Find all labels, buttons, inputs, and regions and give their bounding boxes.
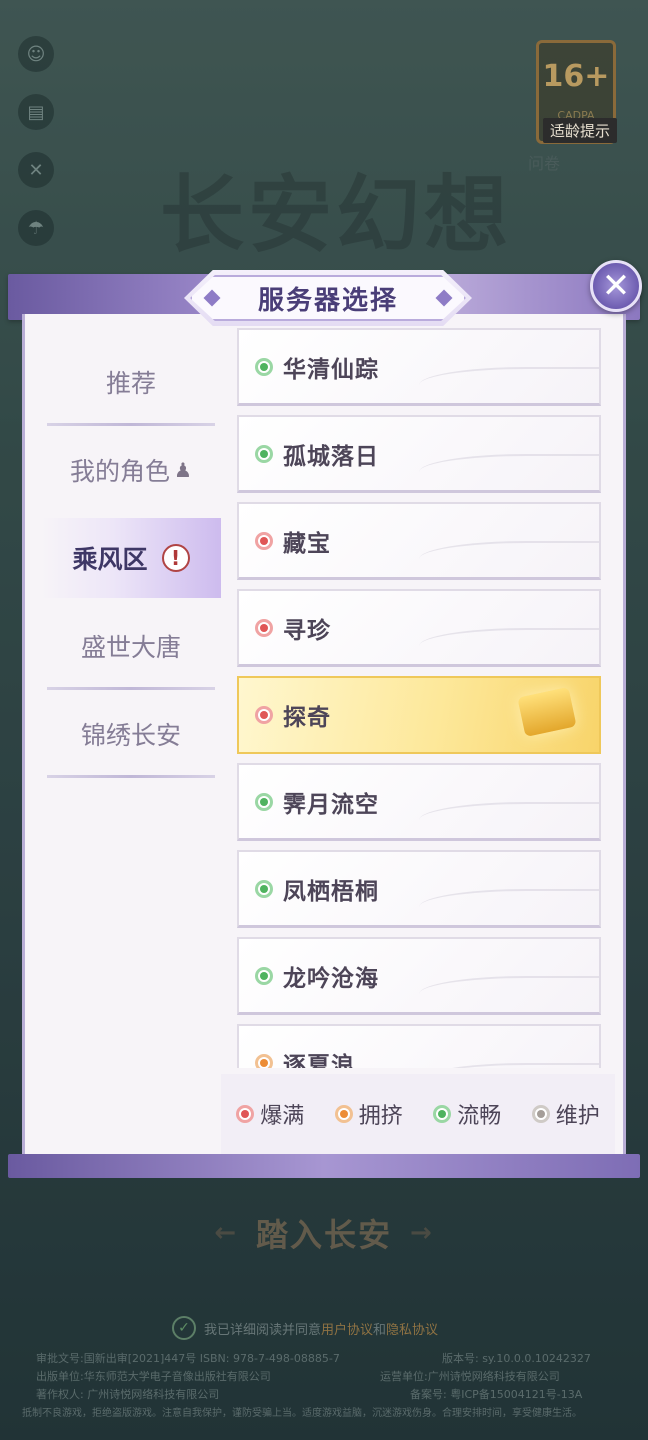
server-name: 凤栖梧桐 [283,878,379,905]
server-name: 霁月流空 [283,791,379,818]
agreement-and: 和 [373,1322,387,1338]
sidebar-item-label: 锦绣长安 [80,721,181,750]
status-smooth-icon [255,879,273,898]
footer-icp: 备案号: 粤ICP备15004121号-13A [410,1388,583,1401]
status-crowded-icon [255,1053,273,1068]
umbrella-icon[interactable]: ☂ [18,210,54,246]
server-item[interactable]: 霁月流空 [237,763,601,841]
wave-decoration [419,541,599,571]
modal-title: 服务器选择 [257,285,398,316]
privacy-agreement-link[interactable]: 隐私协议 [386,1319,438,1338]
legend-maintenance: 维护 [531,1098,600,1130]
status-crowded-icon [334,1105,353,1123]
legend-label: 流畅 [457,1104,502,1129]
status-smooth-icon [255,357,273,376]
wave-decoration [419,454,599,484]
status-smooth-icon [255,792,273,811]
sidebar-item-label: 我的角色 [70,457,171,486]
footer-notice: 抵制不良游戏，拒绝盗版游戏。注意自我保护，谨防受骗上当。适度游戏益脑，沉迷游戏伤… [22,1408,582,1419]
alert-icon: ! [161,544,190,572]
close-button[interactable]: ✕ [590,260,642,312]
sidebar-item-jinxiu-changan[interactable]: 锦绣长安 [41,690,221,778]
arrow-right-icon: → [410,1218,434,1248]
status-smooth-icon [433,1105,452,1123]
treasure-chest-icon [517,687,577,737]
user-agreement-link[interactable]: 用户协议 [321,1319,373,1338]
agreement-prefix: 我已详细阅读并同意 [204,1322,322,1338]
footer-version: 版本号: sy.10.0.0.10242327 [442,1352,591,1365]
server-name: 孤城落日 [283,443,379,470]
status-smooth-icon [255,444,273,463]
sidebar-item-chengfeng[interactable]: 乘风区 ! [41,518,221,598]
survey-label[interactable]: 问卷 [528,150,560,174]
status-full-icon [255,531,273,550]
server-name: 华清仙踪 [283,356,379,383]
wave-decoration [419,889,599,919]
legend-crowded: 拥挤 [334,1098,403,1130]
enter-game-label: 踏入长安 [255,1216,392,1254]
arrow-left-icon: ← [214,1218,238,1248]
server-list[interactable]: 华清仙踪 孤城落日 藏宝 寻珍 探奇 霁月流空 凤栖梧桐 龙吟沧海 逐夏浪 [221,328,615,1068]
legend-smooth: 流畅 [433,1098,501,1130]
background-side-icons: ☺ ▤ ✕ ☂ [18,36,54,246]
character-icon[interactable]: ☺ [18,36,54,72]
status-full-icon [255,706,273,724]
age-rating-badge[interactable]: 16+ CADPA 适龄提示 [536,40,617,144]
sidebar-item-shengshi-datang[interactable]: 盛世大唐 [41,602,221,690]
server-item[interactable]: 寻珍 [237,589,601,667]
server-item[interactable]: 孤城落日 [237,415,601,493]
server-category-sidebar: 推荐 我的角色 ♟ 乘风区 ! 盛世大唐 锦绣长安 [41,338,221,778]
sidebar-item-my-roles[interactable]: 我的角色 ♟ [41,426,221,514]
sidebar-item-label: 盛世大唐 [80,633,181,662]
status-smooth-icon [255,966,273,985]
sidebar-item-label: 乘风区 [72,545,148,574]
legend-label: 拥挤 [358,1104,403,1129]
server-name: 逐夏浪 [283,1052,355,1069]
book-icon[interactable]: ▤ [18,94,54,130]
legend-label: 爆满 [260,1104,305,1129]
enter-game-button[interactable]: ← 踏入长安 → [196,1206,452,1260]
status-maintenance-icon [531,1105,550,1123]
status-full-icon [236,1105,255,1123]
agreement-row: ✓ 我已详细阅读并同意 用户协议 和 隐私协议 [172,1316,438,1340]
footer-approval: 审批文号:国新出审[2021]447号 ISBN: 978-7-498-0888… [36,1352,340,1365]
server-item[interactable]: 逐夏浪 [237,1024,601,1068]
legend-label: 维护 [555,1104,600,1129]
tools-icon[interactable]: ✕ [18,152,54,188]
server-item[interactable]: 华清仙踪 [237,328,601,406]
agreement-checkbox[interactable]: ✓ [172,1316,196,1340]
server-name: 探奇 [283,705,331,731]
wave-decoration [419,367,599,397]
server-name: 寻珍 [283,617,331,644]
modal-body: 推荐 我的角色 ♟ 乘风区 ! 盛世大唐 锦绣长安 华清仙踪 孤城落日 藏宝 寻… [22,314,626,1158]
server-name: 藏宝 [283,530,331,557]
role-avatar-icon: ♟ [174,458,192,482]
footer-operator: 运营单位:广州诗悦网络科技有限公司 [380,1370,560,1383]
footer-copyright: 著作权人: 广州诗悦网络科技有限公司 [36,1388,220,1401]
age-rating-tip: 适龄提示 [543,118,617,143]
server-item-featured[interactable]: 探奇 [237,676,601,754]
wave-decoration [419,1063,599,1068]
legend-full: 爆满 [236,1098,304,1130]
modal-footer-bar [8,1154,640,1178]
close-icon: ✕ [601,266,631,306]
server-status-legend: 爆满 拥挤 流畅 维护 [221,1074,615,1154]
server-name: 龙吟沧海 [283,965,379,992]
age-rating-number: 16+ [542,59,610,94]
sidebar-item-recommended[interactable]: 推荐 [41,338,221,426]
game-title: 长安幻想 [160,165,513,264]
server-select-modal: 推荐 我的角色 ♟ 乘风区 ! 盛世大唐 锦绣长安 华清仙踪 孤城落日 藏宝 寻… [8,260,642,1178]
modal-title-plate: 服务器选择 [184,270,472,326]
wave-decoration [419,802,599,832]
wave-decoration [419,628,599,658]
server-item[interactable]: 龙吟沧海 [237,937,601,1015]
sidebar-item-label: 推荐 [105,369,156,398]
server-item[interactable]: 凤栖梧桐 [237,850,601,928]
footer-publisher: 出版单位:华东师范大学电子音像出版社有限公司 [36,1370,271,1383]
wave-decoration [419,976,599,1006]
server-item[interactable]: 藏宝 [237,502,601,580]
status-full-icon [255,618,273,637]
